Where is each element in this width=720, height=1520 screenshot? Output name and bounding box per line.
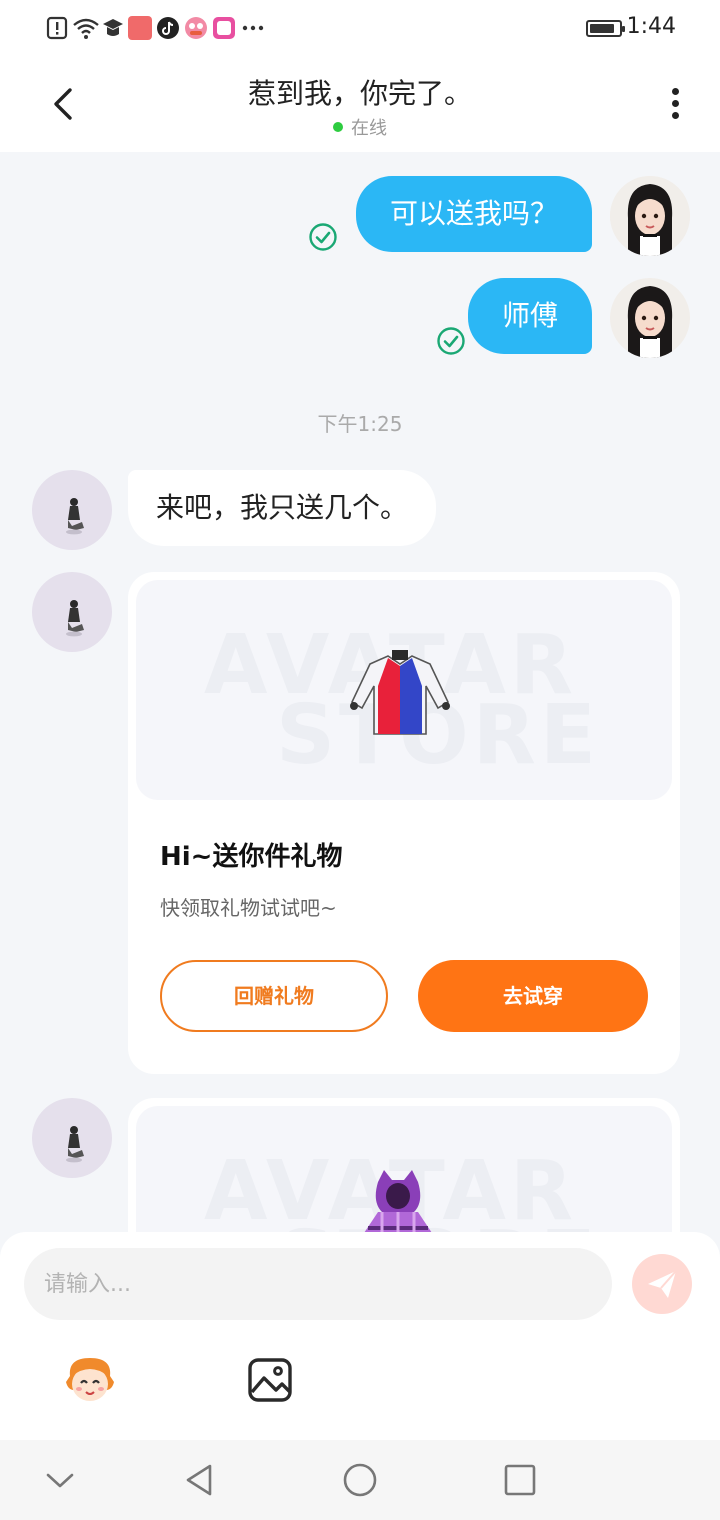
system-nav-bar bbox=[0, 1440, 720, 1520]
sitting-figure-icon bbox=[66, 1126, 84, 1163]
sitting-figure-icon bbox=[66, 498, 84, 535]
nav-back-icon[interactable] bbox=[182, 1462, 218, 1498]
time-separator: 下午1:25 bbox=[317, 412, 403, 436]
girl-portrait-icon bbox=[610, 176, 690, 256]
message-bubble-outgoing[interactable]: 师傅 bbox=[467, 278, 592, 354]
gift-preview: AVATAR STORE bbox=[136, 580, 672, 800]
nav-recents-icon[interactable] bbox=[502, 1462, 538, 1498]
paper-plane-icon bbox=[648, 1270, 677, 1298]
nav-collapse-icon[interactable] bbox=[42, 1462, 78, 1498]
sent-check-icon bbox=[309, 223, 337, 251]
return-gift-button[interactable]: 回赠礼物 bbox=[160, 960, 388, 1032]
gift-preview: AVATAR STORE bbox=[136, 1106, 672, 1232]
square-app-icon bbox=[213, 17, 235, 39]
graduation-cap-icon bbox=[103, 19, 123, 36]
gift-subtitle: 快领取礼物试试吧~ bbox=[160, 896, 337, 920]
gift-card[interactable]: AVATAR STORE bbox=[128, 1098, 680, 1232]
cartoon-app-icon bbox=[185, 17, 207, 39]
more-dots-icon bbox=[242, 25, 264, 31]
battery-fill bbox=[590, 24, 614, 33]
message-bubble-outgoing[interactable]: 可以送我吗？ bbox=[355, 176, 592, 252]
message-list[interactable]: 可以送我吗？ 师傅 下午1:25 来吧，我只送几个。 STORE Hi~送你件礼… bbox=[0, 152, 720, 1232]
image-button[interactable] bbox=[242, 1352, 298, 1408]
message-input[interactable] bbox=[24, 1248, 612, 1320]
online-status: 在线 bbox=[0, 114, 720, 140]
online-status-text: 在线 bbox=[351, 118, 387, 139]
wifi-icon bbox=[73, 18, 99, 39]
chat-title: 惹到我，你完了。 bbox=[247, 77, 472, 110]
message-bubble-incoming[interactable]: 来吧，我只送几个。 bbox=[128, 470, 437, 546]
girl-portrait-icon bbox=[610, 278, 690, 358]
jacket-icon bbox=[350, 650, 450, 735]
status-bar: 1:44 bbox=[0, 0, 720, 56]
sent-check-icon bbox=[437, 327, 465, 355]
purple-hoodie-icon bbox=[364, 1170, 432, 1232]
battery-icon bbox=[586, 20, 625, 37]
clock: 1:44 bbox=[626, 14, 676, 39]
online-dot-icon bbox=[333, 122, 343, 132]
chat-header: 惹到我，你完了。 在线 bbox=[0, 56, 720, 152]
more-options-button[interactable] bbox=[662, 84, 690, 124]
contact-avatar[interactable] bbox=[32, 470, 112, 550]
try-on-button[interactable]: 去试穿 bbox=[418, 960, 648, 1032]
my-avatar[interactable] bbox=[610, 176, 690, 256]
send-button[interactable] bbox=[632, 1254, 692, 1314]
nav-home-icon[interactable] bbox=[342, 1462, 378, 1498]
cartoon-face-icon bbox=[66, 1358, 114, 1401]
sticker-button[interactable] bbox=[62, 1352, 118, 1408]
gift-title: Hi~送你件礼物 bbox=[160, 842, 343, 872]
alert-icon bbox=[46, 16, 68, 40]
composer bbox=[0, 1232, 720, 1440]
shopping-app-icon bbox=[128, 16, 152, 40]
gift-card[interactable]: AVATAR STORE Hi~送你件礼物 快领取礼物试试吧~ 回赠礼物 去试穿 bbox=[128, 572, 680, 1074]
image-icon bbox=[248, 1358, 292, 1402]
sitting-figure-icon bbox=[66, 600, 84, 637]
my-avatar[interactable] bbox=[610, 278, 690, 358]
tiktok-icon bbox=[157, 17, 179, 39]
contact-avatar[interactable] bbox=[32, 572, 112, 652]
contact-avatar[interactable] bbox=[32, 1098, 112, 1178]
